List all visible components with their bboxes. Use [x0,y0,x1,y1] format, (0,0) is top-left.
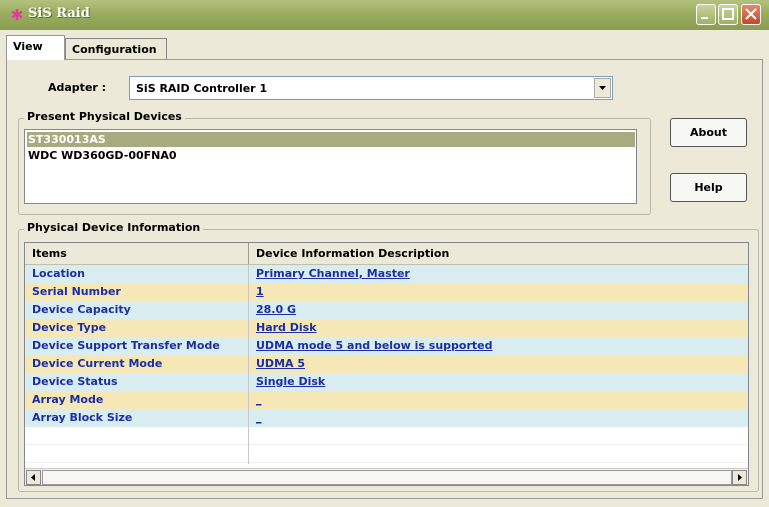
minimize-icon [701,17,708,19]
table-row[interactable]: Array Mode _ [25,391,748,409]
row-item: Location [32,267,85,280]
scroll-right-button[interactable] [732,470,747,485]
chevron-down-icon [599,86,606,90]
row-value[interactable]: 28.0 G [256,303,296,316]
column-divider [248,243,249,264]
row-value[interactable]: Primary Channel, Master [256,267,410,280]
row-item: Serial Number [32,285,121,298]
row-item: Device Support Transfer Mode [32,339,220,352]
list-item-device-1[interactable]: ST330013AS [27,132,635,147]
tab-configuration[interactable]: Configuration [65,38,167,60]
close-icon [745,8,757,20]
table-row[interactable]: Device Status Single Disk [25,373,748,391]
about-button[interactable]: About [670,118,747,147]
row-item: Array Block Size [32,411,133,424]
title-bar[interactable]: ✱ SiS Raid [0,0,769,30]
table-row[interactable]: Location Primary Channel, Master [25,265,748,283]
table-row[interactable]: Device Type Hard Disk [25,319,748,337]
window-title: SiS Raid [28,6,90,21]
list-item-device-2[interactable]: WDC WD360GD-00FNA0 [27,148,177,163]
empty-row [25,445,748,463]
devices-group-title: Present Physical Devices [24,110,185,123]
column-header-description[interactable]: Device Information Description [256,247,449,260]
scroll-left-button[interactable] [26,470,41,485]
table-header: Items Device Information Description [25,243,748,265]
dropdown-button[interactable] [594,78,611,98]
tab-view[interactable]: View [6,35,65,60]
row-item: Device Capacity [32,303,131,316]
row-item: Device Current Mode [32,357,163,370]
adapter-select[interactable]: SiS RAID Controller 1 [129,76,613,100]
minimize-button[interactable] [696,4,716,25]
close-button[interactable] [741,4,761,25]
empty-row [25,427,748,445]
column-header-items[interactable]: Items [32,247,67,260]
table-row[interactable]: Device Support Transfer Mode UDMA mode 5… [25,337,748,355]
horizontal-scrollbar[interactable] [25,468,748,485]
table-row[interactable]: Device Current Mode UDMA 5 [25,355,748,373]
column-divider [248,264,249,464]
row-value[interactable]: UDMA mode 5 and below is supported [256,339,492,352]
adapter-label: Adapter : [48,81,107,94]
device-info-table[interactable]: Items Device Information Description Loc… [24,242,749,486]
row-value[interactable]: Single Disk [256,375,325,388]
row-value[interactable]: _ [256,411,262,424]
row-item: Device Status [32,375,118,388]
row-value[interactable]: 1 [256,285,264,298]
table-row[interactable]: Serial Number 1 [25,283,748,301]
arrow-right-icon [738,474,742,481]
help-button[interactable]: Help [670,173,747,202]
table-row[interactable]: Device Capacity 28.0 G [25,301,748,319]
app-icon: ✱ [10,6,24,24]
adapter-select-value: SiS RAID Controller 1 [136,82,268,95]
scrollbar-thumb[interactable] [42,470,732,485]
maximize-icon [722,8,734,20]
device-list[interactable]: ST330013AS WDC WD360GD-00FNA0 [24,129,637,204]
arrow-left-icon [31,474,35,481]
row-value[interactable]: UDMA 5 [256,357,305,370]
table-row[interactable]: Array Block Size _ [25,409,748,427]
row-value[interactable]: _ [256,393,262,406]
row-item: Device Type [32,321,107,334]
row-value[interactable]: Hard Disk [256,321,317,334]
row-item: Array Mode [32,393,104,406]
maximize-button[interactable] [718,4,738,25]
info-group-title: Physical Device Information [24,221,204,234]
